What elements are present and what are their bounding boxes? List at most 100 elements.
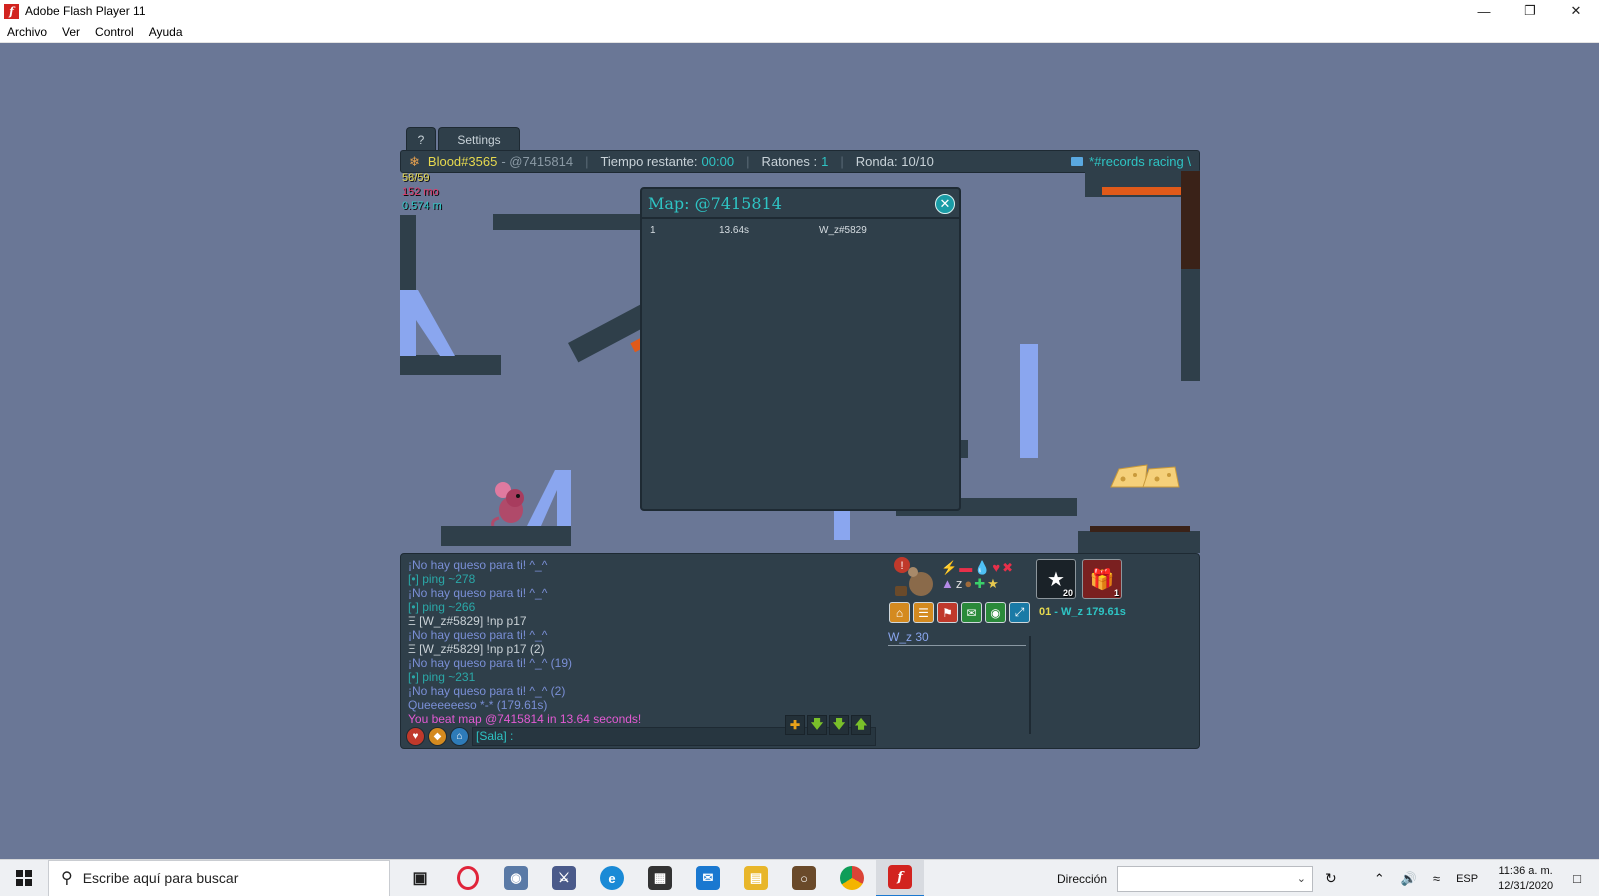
arrow-up-icon[interactable]: 🡅 (851, 715, 871, 735)
search-box[interactable]: ⚲ Escribe aquí para buscar (48, 859, 390, 896)
stat-line-3: 0.574 m (402, 200, 442, 212)
transformice-icon[interactable]: ○ (780, 860, 828, 896)
menu-bar: Archivo Ver Control Ayuda (0, 22, 1599, 43)
chat-line: ¡No hay queso para ti! ^_^ (408, 558, 548, 572)
house-icon[interactable]: ⌂ (889, 602, 910, 623)
map-leaderboard-dialog: Map: @7415814 ✕ 1 13.64s W_z#5829 (640, 187, 961, 511)
gift-badge[interactable]: 🎁 1 (1082, 559, 1122, 599)
clock[interactable]: 11:36 a. m. 12/31/2020 (1498, 864, 1553, 894)
cheese-icon (1110, 464, 1180, 488)
chat-line: [•] ping ~278 (408, 572, 476, 586)
arrow-down-icon[interactable]: 🡇 (807, 715, 827, 735)
hud-round: Ronda: 10/10 (855, 154, 934, 169)
chrome-icon[interactable] (828, 860, 876, 896)
ground-cheese-platform (1078, 531, 1200, 553)
volume-icon[interactable]: 🔊 (1401, 871, 1417, 887)
address-label: Dirección (1057, 871, 1108, 886)
row-time: 13.64s (719, 225, 750, 236)
menu-icons: ⌂ ☰ ⚑ ✉ ◉ ⤢ (889, 602, 1033, 623)
menu-control[interactable]: Control (95, 25, 134, 39)
mouse-avatar-icon[interactable]: ! (893, 556, 939, 600)
edge-icon[interactable]: e (588, 860, 636, 896)
chat-line: ¡No hay queso para ti! ^_^ (408, 586, 548, 600)
plus-icon[interactable]: ✚ (785, 715, 805, 735)
shop-icon[interactable]: ⚑ (937, 602, 958, 623)
game-launcher-icon[interactable]: ⚔ (540, 860, 588, 896)
discord-icon[interactable]: ◉ (985, 602, 1006, 623)
start-button[interactable] (0, 860, 48, 896)
ice-ramp-spawn (527, 470, 571, 526)
taskbar: ⚲ Escribe aquí para buscar ▣ ◉ ⚔ e ▦ ✉ ▤… (0, 859, 1599, 896)
ground-right-wall (1181, 269, 1200, 381)
address-input[interactable]: ⌄ (1117, 865, 1314, 892)
chat-bubble-icon[interactable]: ✉ (961, 602, 982, 623)
hud-room[interactable]: *#records racing \ (1071, 154, 1191, 169)
chat-log: ¡No hay queso para ti! ^_^ [•] ping ~278 ¡… (408, 558, 878, 726)
tab-help[interactable]: ? (406, 127, 436, 151)
map-title-text: Map: @7415814 (648, 193, 782, 213)
tab-settings[interactable]: Settings (438, 127, 520, 151)
restore-icon[interactable]: ❐ (1507, 0, 1553, 22)
chat-line: ¡No hay queso para ti! ^_^ (2) (408, 684, 566, 698)
clock-date: 12/31/2020 (1498, 879, 1554, 892)
mail-icon[interactable]: ✉ (684, 860, 732, 896)
menu-ver[interactable]: Ver (62, 25, 80, 39)
stat-line-1: 58/59 (402, 172, 430, 184)
opera-icon[interactable] (444, 860, 492, 896)
row-rank: 1 (650, 225, 656, 236)
windows-icon (16, 870, 32, 886)
chevron-up-icon[interactable]: ⌃ (1374, 871, 1385, 887)
leader-rank: 01 (1039, 606, 1052, 618)
svg-text:!: ! (900, 560, 903, 572)
stat-line-2: 152 mo (402, 186, 439, 198)
ice-wall (1020, 344, 1038, 458)
flash-player-icon[interactable]: f (876, 859, 924, 896)
chat-line: [•] ping ~231 (408, 670, 476, 684)
address-toolbar: Dirección ⌄ ↻ (1057, 860, 1337, 896)
fullscreen-icon[interactable]: ⤢ (1009, 602, 1030, 623)
game-hud: ❄ Blood#3565 - @7415814 | Tiempo restant… (400, 150, 1200, 173)
minimize-icon[interactable]: — (1461, 0, 1507, 22)
hud-mice-value: 1 (821, 154, 829, 169)
hud-room-name: *#records racing \ (1089, 154, 1191, 169)
map-dialog-title: Map: @7415814 ✕ (642, 189, 959, 219)
contacts-icon[interactable]: ◉ (492, 860, 540, 896)
scrollbar[interactable] (1029, 636, 1031, 734)
ground-top-ledge (493, 214, 648, 230)
leader-name: W_z (1061, 606, 1084, 618)
title-bar: f Adobe Flash Player 11 — ❐ ✕ (0, 0, 1599, 22)
game-canvas[interactable]: ? Settings ❄ Blood#3565 - @7415814 | Tie… (0, 43, 1599, 859)
leader-time: 179.61s (1086, 606, 1126, 618)
gift-icon: 🎁 (1089, 568, 1115, 591)
house-icon[interactable]: ⌂ (450, 726, 469, 746)
search-placeholder: Escribe aquí para buscar (82, 870, 239, 886)
ice-ramp-left (400, 290, 455, 356)
mouse-character[interactable] (489, 480, 531, 526)
language-indicator[interactable]: ESP (1456, 873, 1478, 885)
store-icon[interactable]: ▦ (636, 860, 684, 896)
refresh-icon[interactable]: ↻ (1325, 870, 1337, 887)
arrow-down-icon[interactable]: 🡇 (829, 715, 849, 735)
hud-mice-label: Ratones : (761, 154, 818, 169)
notifications-icon[interactable]: □ (1573, 871, 1581, 886)
task-view-icon[interactable]: ▣ (396, 860, 444, 896)
shaman-badge[interactable]: ★ 20 (1036, 559, 1076, 599)
hud-map: - @7415814 (501, 154, 574, 169)
menu-ayuda[interactable]: Ayuda (149, 25, 183, 39)
leaderboard-entry: 01 - W_z 179.61s (1039, 606, 1126, 618)
chevron-down-icon[interactable]: ⌄ (1297, 872, 1306, 885)
cheese-icon: ❄ (409, 153, 420, 169)
heart-icon[interactable]: ♥ (406, 726, 425, 746)
hud-time-value: 00:00 (701, 154, 735, 169)
close-icon[interactable]: ✕ (1553, 0, 1599, 22)
menu-archivo[interactable]: Archivo (7, 25, 47, 39)
window-title: Adobe Flash Player 11 (25, 4, 146, 18)
wifi-icon[interactable]: ≈ (1433, 871, 1440, 886)
folder-icon[interactable]: ▤ (732, 860, 780, 896)
chat-line: Ξ [W_z#5829] !np p17 (408, 614, 527, 628)
chat-line: ¡No hay queso para ti! ^_^ (408, 628, 548, 642)
shield-icon[interactable]: ◆ (428, 726, 447, 746)
list-icon[interactable]: ☰ (913, 602, 934, 623)
system-tray: ⌃ 🔊 ≈ ESP 11:36 a. m. 12/31/2020 □ (1366, 860, 1599, 896)
close-icon[interactable]: ✕ (935, 194, 955, 214)
